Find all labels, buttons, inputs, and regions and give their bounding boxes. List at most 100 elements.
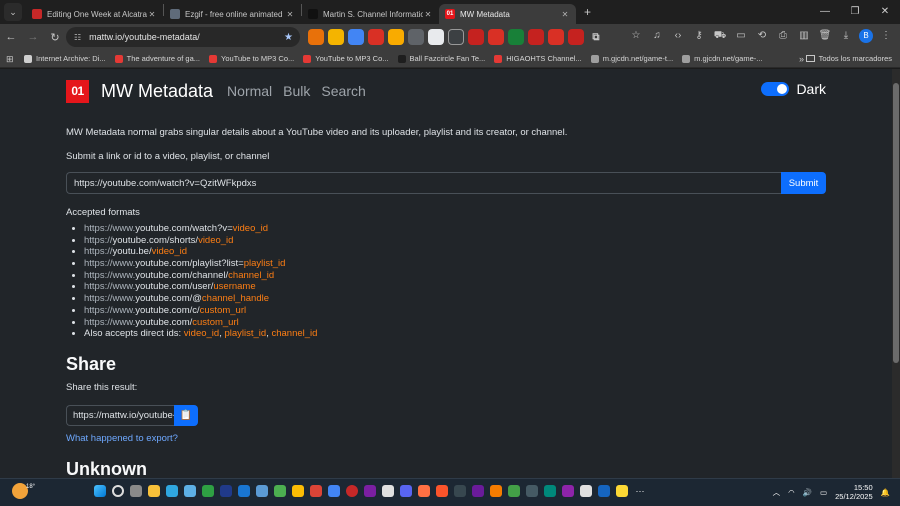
app-icon[interactable] — [616, 485, 628, 497]
extension-icon[interactable] — [548, 29, 564, 45]
bookmark-item[interactable]: HIGAOHTS Channel... — [494, 54, 582, 63]
bookmark-item[interactable]: m.gjcdn.net/game-... — [682, 54, 763, 63]
tab-search-button[interactable]: ⌄ — [4, 3, 22, 21]
volume-icon[interactable]: 🔊 — [803, 488, 812, 497]
clock[interactable]: 15:50 25/12/2025 — [835, 483, 873, 501]
more-apps-icon[interactable]: ··· — [634, 485, 646, 497]
link-input[interactable] — [66, 172, 781, 194]
record-icon[interactable] — [346, 485, 358, 497]
app-l-icon[interactable] — [220, 485, 232, 497]
shield-icon[interactable] — [448, 29, 464, 45]
app-icon[interactable] — [562, 485, 574, 497]
apps-grid-icon[interactable]: ⊞ — [6, 54, 16, 64]
tab-icon[interactable]: ▭ — [733, 28, 749, 44]
app-icon[interactable] — [508, 485, 520, 497]
forward-icon[interactable]: → — [22, 31, 44, 43]
sidepanel-icon[interactable]: ▥ — [796, 28, 812, 44]
bookmark-item[interactable]: Internet Archive: Di... — [24, 54, 106, 63]
menu-kebab-icon[interactable]: ⋮ — [878, 28, 894, 44]
maximize-icon[interactable]: ❐ — [840, 0, 870, 24]
copy-clipboard-button[interactable]: 📋 — [174, 405, 198, 426]
app-icon[interactable] — [472, 485, 484, 497]
site-logo[interactable]: 01 — [66, 79, 89, 103]
media-player-icon[interactable] — [364, 485, 376, 497]
extension-icon[interactable] — [408, 29, 424, 45]
chrome-active-icon[interactable] — [292, 485, 304, 497]
print-icon[interactable]: ⎙ — [775, 28, 791, 44]
extension-icon[interactable] — [508, 29, 524, 45]
app-icon[interactable] — [580, 485, 592, 497]
nav-bulk[interactable]: Bulk — [283, 83, 310, 99]
media-icon[interactable]: ♫ — [649, 28, 665, 44]
extension-icon[interactable] — [468, 29, 484, 45]
car-icon[interactable]: ⛟ — [712, 28, 728, 44]
code-icon[interactable]: ‹› — [670, 28, 686, 44]
tab-close-icon[interactable]: ✕ — [285, 10, 295, 19]
profile-avatar[interactable]: B — [859, 29, 873, 43]
star-outline-icon[interactable]: ☆ — [628, 28, 644, 44]
close-window-icon[interactable]: ✕ — [870, 0, 900, 24]
extension-icon[interactable] — [568, 29, 584, 45]
store-icon[interactable] — [184, 485, 196, 497]
all-bookmarks-button[interactable]: Todos los marcadores — [805, 54, 892, 63]
bookmark-star-icon[interactable]: ★ — [284, 32, 293, 43]
page-scrollbar[interactable] — [892, 69, 900, 478]
scrollbar-thumb[interactable] — [893, 83, 899, 363]
chrome-icon[interactable] — [328, 485, 340, 497]
dark-mode-toggle[interactable] — [761, 82, 790, 96]
bookmark-item[interactable]: Ball Fazcircle Fan Te... — [397, 54, 485, 63]
chrome-icon[interactable] — [310, 485, 322, 497]
bookmark-item[interactable]: YouTube to MP3 Co... — [209, 54, 294, 63]
download-icon[interactable]: ⤓ — [838, 28, 854, 44]
app-icon[interactable] — [490, 485, 502, 497]
share-link-input[interactable] — [66, 405, 174, 426]
chrome-icon[interactable] — [274, 485, 286, 497]
extension-icon[interactable] — [528, 29, 544, 45]
tab-close-icon[interactable]: ✕ — [147, 10, 157, 19]
tab-close-icon[interactable]: ✕ — [560, 10, 570, 19]
browser-tab[interactable]: 01 MW Metadata ✕ — [439, 4, 576, 24]
battery-icon[interactable]: ▭ — [820, 488, 827, 497]
extension-icon[interactable] — [348, 29, 364, 45]
search-icon[interactable] — [112, 485, 124, 497]
nav-search[interactable]: Search — [321, 83, 365, 99]
tab-close-icon[interactable]: ✕ — [423, 10, 433, 19]
app-icon[interactable] — [598, 485, 610, 497]
extension-icon[interactable] — [328, 29, 344, 45]
app-icon[interactable] — [382, 485, 394, 497]
nav-normal[interactable]: Normal — [227, 83, 272, 99]
app-icon[interactable] — [526, 485, 538, 497]
trash-icon[interactable]: 🗑 — [817, 28, 833, 44]
extension-icon[interactable] — [308, 29, 324, 45]
discord-icon[interactable] — [400, 485, 412, 497]
more-bookmarks-icon[interactable]: » — [799, 54, 804, 64]
new-tab-button[interactable]: + — [584, 5, 591, 19]
browser-tab[interactable]: Martin S. Channel Information ✕ — [302, 4, 439, 24]
notification-bell-icon[interactable]: 🔔 — [881, 488, 890, 497]
task-view-icon[interactable] — [130, 485, 142, 497]
bookmark-item[interactable]: m.gjcdn.net/game-t... — [590, 54, 673, 63]
history-icon[interactable]: ⟲ — [754, 28, 770, 44]
wifi-icon[interactable]: ◠ — [788, 488, 795, 497]
brand-name[interactable]: MW Metadata — [101, 81, 213, 102]
app-icon[interactable] — [454, 485, 466, 497]
extension-icon[interactable] — [388, 29, 404, 45]
export-info-link[interactable]: What happened to export? — [66, 433, 178, 444]
brave-icon[interactable] — [436, 485, 448, 497]
puzzle-icon[interactable]: ⧉ — [588, 29, 604, 45]
submit-button[interactable]: Submit — [781, 172, 826, 194]
file-explorer-icon[interactable] — [148, 485, 160, 497]
xbox-icon[interactable] — [202, 485, 214, 497]
bookmark-item[interactable]: YouTube to MP3 Co... — [303, 54, 389, 63]
bookmark-item[interactable]: The adventure of ga... — [114, 54, 200, 63]
key-icon[interactable]: ⚷ — [691, 28, 707, 44]
app-icon[interactable] — [418, 485, 430, 497]
chevron-up-icon[interactable]: ︿ — [773, 487, 781, 498]
edge-icon[interactable] — [166, 485, 178, 497]
minimize-icon[interactable]: — — [810, 0, 840, 24]
start-windows-icon[interactable] — [94, 485, 106, 497]
site-info-icon[interactable]: ☷ — [74, 33, 81, 42]
back-icon[interactable]: ← — [0, 31, 22, 43]
browser-tab[interactable]: Editing One Week at Alcatraz | ✕ — [26, 4, 163, 24]
weather-widget[interactable]: 18° — [12, 483, 35, 499]
